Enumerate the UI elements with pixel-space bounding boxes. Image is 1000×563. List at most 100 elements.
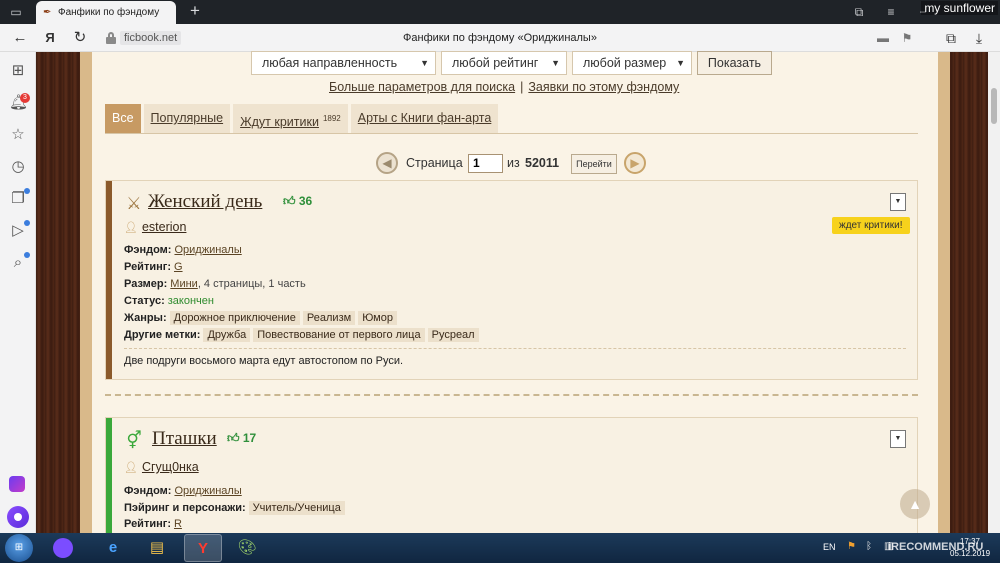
- more-params-link[interactable]: Больше параметров для поиска: [329, 80, 515, 94]
- translate-icon[interactable]: ⧉: [944, 30, 958, 47]
- fic-card: ⚥ Пташки 👍︎ 17 ▼ 👤︎ Сгущ0нка Фэндом: Оридж…: [105, 417, 918, 533]
- fic-rating-link[interactable]: G: [174, 261, 183, 273]
- window-menu-icon[interactable]: ▭: [8, 5, 24, 19]
- bluetooth-icon[interactable]: ᛒ: [866, 541, 872, 552]
- fic-fandom-link[interactable]: Ориджиналы: [174, 244, 241, 256]
- window-controls: ⧉ ≡ −: [852, 4, 930, 20]
- alice-taskbar-icon[interactable]: [44, 534, 82, 562]
- genre-tag[interactable]: Реализм: [302, 311, 356, 325]
- favorites-star-icon[interactable]: ☆: [9, 126, 27, 144]
- fic-status-value: закончен: [167, 295, 214, 307]
- fic-tabs: Все Популярные Ждут критики 1892 Арты с К…: [105, 104, 501, 133]
- download-icon[interactable]: ⤓: [972, 30, 986, 47]
- search-dot: [24, 252, 30, 258]
- fic-size-details: , 4 страницы, 1 часть: [197, 278, 306, 290]
- fic-title-link[interactable]: Женский день: [148, 191, 262, 213]
- thumbs-up-icon: 👍︎: [227, 431, 243, 445]
- fic-direction-stripe: [106, 181, 112, 379]
- fic-rating-link[interactable]: R: [174, 518, 182, 530]
- back-arrow-icon[interactable]: ←: [12, 30, 28, 46]
- page-number-input[interactable]: 1: [468, 154, 503, 173]
- fic-fandom-label: Фэндом:: [124, 485, 172, 497]
- awaiting-critique-badge: ждет критики!: [832, 217, 910, 234]
- history-clock-icon[interactable]: ◷: [9, 158, 27, 176]
- tray-flag-icon[interactable]: ⚑: [847, 541, 856, 552]
- internet-explorer-icon[interactable]: e: [94, 534, 132, 562]
- pairing-tag[interactable]: Учитель/Ученица: [248, 501, 345, 515]
- yandex-browser-icon[interactable]: Y: [184, 534, 222, 562]
- page-of-label: из: [507, 156, 520, 170]
- fic-pairing-row: Пэйринг и персонажи: Учитель/Ученица: [124, 501, 348, 515]
- watermark-text: iRECOMMEND.RU: [888, 541, 984, 553]
- fic-tags-row: Другие метки: Дружба Повествование от перв…: [124, 328, 482, 342]
- start-button[interactable]: ⊞: [5, 534, 33, 562]
- genre-tag[interactable]: Дорожное приключение: [169, 311, 300, 325]
- bookmark-flag-icon[interactable]: ⚑: [900, 31, 914, 45]
- fic-rating-row: Рейтинг: G: [124, 261, 183, 273]
- address-bar: ← Я ↻ ficbook.net Фанфики по фэндому «Ор…: [0, 24, 1000, 52]
- size-select[interactable]: любой размер ▼: [572, 51, 692, 75]
- browser-tab[interactable]: ✒ Фанфики по фэндому «Ор: [36, 1, 176, 24]
- fic-status-row: Статус: закончен: [124, 295, 214, 307]
- tab-popular[interactable]: Популярные: [143, 104, 231, 133]
- apps-grid-icon[interactable]: ⊞: [9, 62, 27, 80]
- fic-rating-label: Рейтинг:: [124, 261, 171, 273]
- meta-tag[interactable]: Дружба: [203, 328, 251, 342]
- meta-tag[interactable]: Повествование от первого лица: [253, 328, 425, 342]
- fic-author: 👤︎ esterion: [124, 220, 186, 234]
- show-button[interactable]: Показать: [697, 51, 772, 75]
- fic-fandom-link[interactable]: Ориджиналы: [174, 485, 241, 497]
- chevron-down-icon: ▼: [551, 58, 560, 68]
- file-explorer-icon[interactable]: ▤: [138, 534, 176, 562]
- fic-menu-dropdown[interactable]: ▼: [890, 430, 906, 448]
- tab-popular-label: Популярные: [150, 111, 224, 125]
- tab-all-label: Все: [112, 111, 134, 125]
- fic-pairing-label: Пэйринг и персонажи:: [124, 502, 246, 514]
- tab-all[interactable]: Все: [105, 104, 141, 133]
- fic-direction-stripe: [106, 418, 112, 533]
- scrollbar-thumb[interactable]: [991, 88, 997, 124]
- notifications-badge: 3: [20, 93, 30, 103]
- address-domain[interactable]: ficbook.net: [120, 31, 182, 45]
- fic-status-label: Статус:: [124, 295, 165, 307]
- page-label: Страница: [406, 156, 463, 170]
- yandex-app-icon[interactable]: [9, 476, 25, 492]
- chevron-down-icon: ▼: [420, 58, 429, 68]
- go-page-button[interactable]: Перейти: [571, 154, 617, 174]
- meta-tag[interactable]: Русреал: [427, 328, 479, 342]
- tab-awaiting-critique-label: Ждут критики: [240, 115, 319, 130]
- fic-size-link[interactable]: Мини: [170, 278, 198, 290]
- lock-icon[interactable]: [106, 32, 116, 44]
- fic-author-link[interactable]: Сгущ0нка: [142, 460, 199, 474]
- user-icon: 👤︎: [124, 462, 138, 474]
- video-dot: [24, 220, 30, 226]
- new-tab-plus-icon[interactable]: +: [186, 2, 204, 20]
- alice-assistant-icon[interactable]: [7, 506, 29, 528]
- page-scrollbar[interactable]: [988, 52, 1000, 533]
- fic-author-link[interactable]: esterion: [142, 220, 186, 234]
- rating-select[interactable]: любой рейтинг ▼: [441, 51, 567, 75]
- fic-menu-dropdown[interactable]: ▼: [890, 193, 906, 211]
- tab-fan-art[interactable]: Арты с Книги фан-арта: [350, 104, 499, 133]
- reader-mode-icon[interactable]: ▬: [876, 31, 890, 45]
- tab-awaiting-critique[interactable]: Ждут критики 1892: [233, 104, 348, 133]
- reload-icon[interactable]: ↻: [72, 30, 88, 46]
- fic-description: Две подруги восьмого марта едут автостоп…: [124, 355, 404, 367]
- keyboard-language[interactable]: EN: [823, 542, 836, 552]
- next-page-arrow-icon[interactable]: ▶: [624, 152, 646, 174]
- gender-symbol-icon: ⚥: [126, 431, 142, 450]
- address-page-title[interactable]: Фанфики по фэндому «Ориджиналы»: [360, 32, 640, 44]
- bookmarks-icon[interactable]: ⧉: [852, 4, 866, 20]
- menu-icon[interactable]: ≡: [884, 4, 898, 20]
- fic-separator: [105, 394, 918, 396]
- page-total: 52011: [525, 156, 560, 170]
- yandex-logo-icon[interactable]: Я: [42, 30, 58, 46]
- windows-logo-icon: ⊞: [14, 542, 24, 553]
- fandom-requests-link[interactable]: Заявки по этому фэндому: [528, 80, 679, 94]
- genre-tag[interactable]: Юмор: [358, 311, 397, 325]
- direction-select[interactable]: любая направленность ▼: [251, 51, 436, 75]
- prev-page-arrow-icon[interactable]: ◀: [376, 152, 398, 174]
- fic-title-link[interactable]: Пташки: [152, 428, 217, 450]
- paint-app-icon[interactable]: 🎨︎: [228, 534, 266, 562]
- scroll-to-top-button[interactable]: ▲: [900, 489, 930, 519]
